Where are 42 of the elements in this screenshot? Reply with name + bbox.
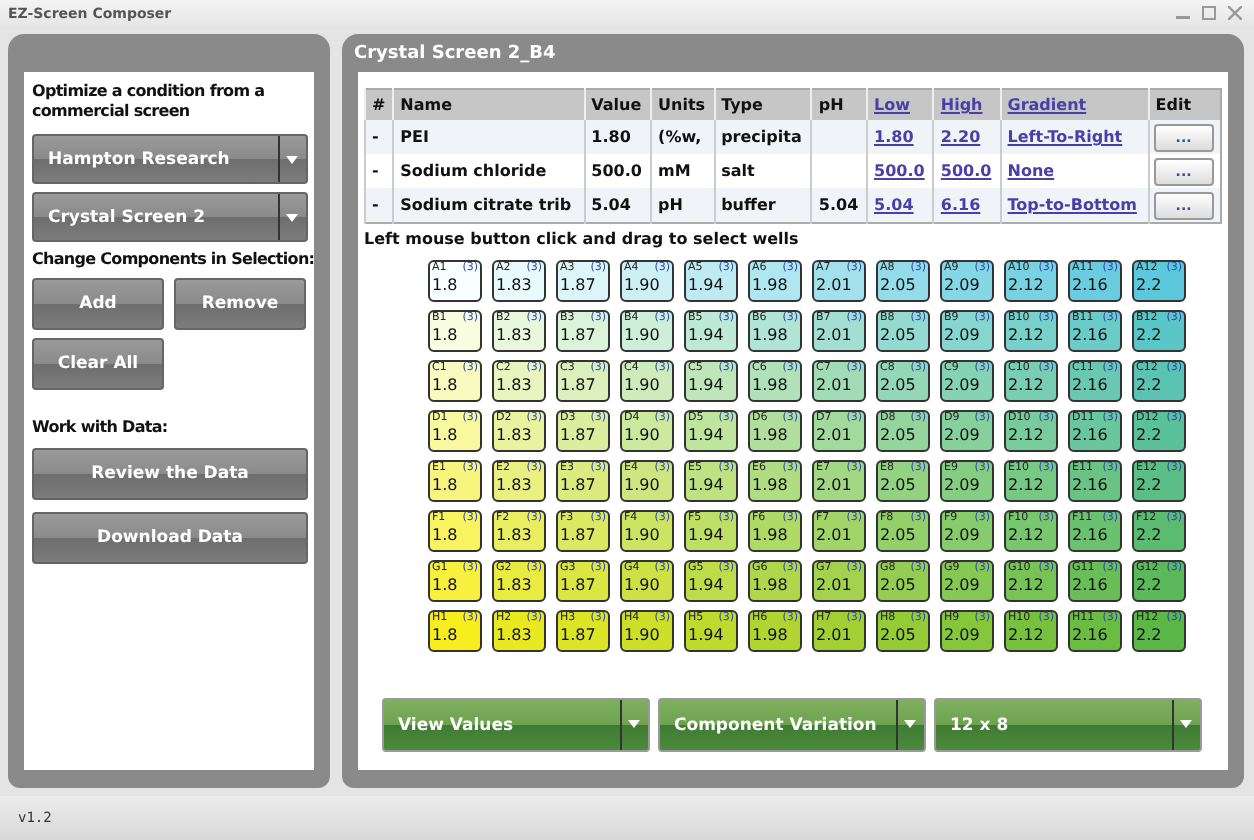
table-cell: 5.04 bbox=[811, 188, 868, 223]
caret-icon bbox=[286, 214, 298, 223]
caret-icon bbox=[628, 720, 640, 728]
table-cell: - bbox=[365, 120, 394, 154]
column-header: Name bbox=[393, 89, 585, 120]
instruction-text: Left mouse button click and drag to select wells bbox=[364, 230, 801, 248]
table-link[interactable]: 5.04 bbox=[867, 188, 934, 223]
table-link[interactable]: Top-to-Bottom bbox=[1000, 188, 1149, 223]
table-cell: precipita bbox=[714, 120, 812, 154]
column-header: Units bbox=[651, 89, 715, 120]
caret-icon bbox=[904, 720, 916, 728]
column-header: Value bbox=[584, 89, 652, 120]
table-link[interactable]: Left-To-Right bbox=[1000, 120, 1149, 154]
maximize-icon[interactable] bbox=[1202, 6, 1216, 20]
table-cell: PEI bbox=[393, 120, 585, 154]
caret-icon bbox=[286, 156, 298, 165]
panel-title: Crystal Screen 2_B4 bbox=[354, 43, 556, 63]
column-header: Type bbox=[714, 89, 812, 120]
column-header: # bbox=[365, 89, 394, 120]
column-header: Edit bbox=[1148, 89, 1221, 120]
section-heading: Optimize a condition from a commercial screen bbox=[32, 82, 267, 121]
table-link[interactable]: 6.16 bbox=[933, 188, 1001, 223]
table-cell: 1.80 bbox=[584, 120, 652, 154]
column-header: pH bbox=[811, 89, 868, 120]
table-link[interactable]: 1.80 bbox=[867, 120, 934, 154]
dropdown[interactable]: Hampton Research bbox=[32, 134, 308, 185]
table-cell: pH bbox=[651, 188, 715, 223]
table-cell: Sodium citrate trib bbox=[393, 188, 585, 223]
table-cell: 5.04 bbox=[584, 188, 652, 223]
table-cell: - bbox=[365, 188, 394, 223]
close-icon[interactable] bbox=[1228, 6, 1242, 20]
dropdown[interactable]: View Values bbox=[382, 698, 650, 752]
column-header-link[interactable]: Gradient bbox=[1000, 89, 1149, 120]
table-cell: buffer bbox=[714, 188, 812, 223]
section-heading: Change Components in Selection: bbox=[32, 250, 308, 270]
caret-icon bbox=[1180, 720, 1192, 728]
column-header-link[interactable]: Low bbox=[867, 89, 934, 120]
table-link[interactable]: 2.20 bbox=[933, 120, 1001, 154]
section-heading: Work with Data: bbox=[32, 417, 170, 437]
column-header-link[interactable]: High bbox=[933, 89, 1001, 120]
dropdown[interactable]: Component Variation bbox=[658, 698, 926, 752]
table-cell: (%w, bbox=[651, 120, 715, 154]
